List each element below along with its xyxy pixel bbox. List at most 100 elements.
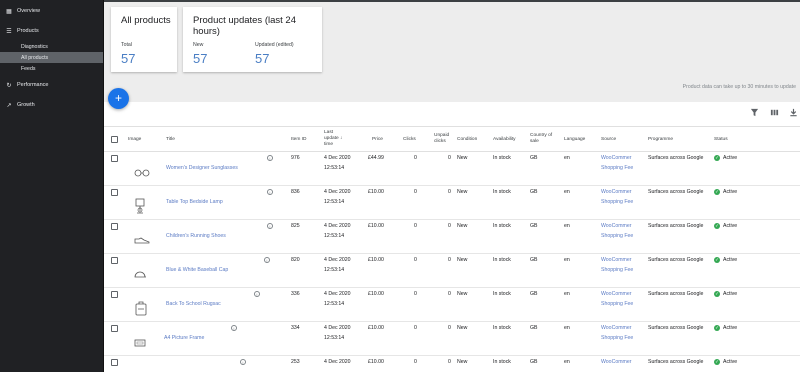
source-link[interactable]: WooCommer (601, 256, 631, 264)
col-status[interactable]: Status (714, 137, 728, 143)
add-product-button[interactable]: + (108, 88, 129, 109)
source-link-line2[interactable]: Shopping Fee (601, 334, 633, 342)
status-label: Active (723, 325, 738, 331)
status-label: Active (723, 189, 738, 195)
info-icon[interactable]: i (240, 359, 246, 365)
update-time: 12:53:14 (324, 335, 345, 341)
programme: Surfaces across Google (648, 325, 704, 331)
table-header: Image Title Item ID Last update ↓ time P… (104, 126, 800, 152)
status: ✓ Active (714, 188, 737, 196)
programme: Surfaces across Google (648, 291, 704, 297)
update-date: 4 Dec 2020 (324, 359, 351, 365)
row-checkbox[interactable] (111, 189, 118, 196)
condition: New (457, 223, 468, 229)
source-link[interactable]: WooCommer (601, 154, 631, 162)
update-notice: Product data can take up to 30 minutes t… (682, 84, 796, 90)
source-link-line2[interactable]: Shopping Fee (601, 164, 633, 172)
product-title-link[interactable]: Back To School Rugsac (166, 300, 221, 308)
col-programme[interactable]: Programme (648, 137, 673, 143)
table-row[interactable]: Table Top Bedside Lamp i 836 4 Dec 2020 12:5… (104, 186, 800, 220)
language: en (564, 325, 570, 331)
update-time: 12:53:14 (324, 267, 345, 273)
row-checkbox[interactable] (111, 257, 118, 264)
update-date: 4 Dec 2020 (324, 291, 351, 297)
sidebar-item-label: Products (17, 28, 39, 34)
table-row[interactable]: Children's Running Shoes i 825 4 Dec 2020 12… (104, 220, 800, 254)
country: GB (530, 291, 538, 297)
info-icon[interactable]: i (254, 291, 260, 297)
source-link-line2[interactable]: Shopping Fee (601, 232, 633, 240)
sidebar: ▦ Overview ☰ Products Diagnostics All pr… (0, 0, 104, 372)
source-link[interactable]: WooCommer (601, 324, 631, 332)
source-link-line2[interactable]: Shopping Fee (601, 300, 633, 308)
select-all-checkbox[interactable] (111, 136, 118, 143)
row-checkbox[interactable] (111, 325, 118, 332)
source-link[interactable]: WooCommer (601, 188, 631, 196)
price: £10.00 (368, 223, 384, 229)
row-checkbox[interactable] (111, 359, 118, 366)
table-row[interactable]: i 253 4 Dec 2020 £10.00 0 0 New In stock GB en Woo… (104, 356, 800, 372)
table-row[interactable]: Back To School Rugsac i 336 4 Dec 2020 12:53… (104, 288, 800, 322)
status-label: Active (723, 223, 738, 229)
col-country-of-sale[interactable]: Country of sale (530, 133, 552, 145)
info-icon[interactable]: i (231, 325, 237, 331)
row-checkbox[interactable] (111, 291, 118, 298)
col-source[interactable]: Source (601, 137, 616, 143)
sidebar-item-performance[interactable]: ↻ Performance (0, 75, 103, 95)
col-price[interactable]: Price (372, 137, 383, 143)
info-icon[interactable]: i (267, 189, 273, 195)
col-clicks[interactable]: Clicks (403, 137, 416, 143)
product-title-link[interactable]: Children's Running Shoes (166, 232, 226, 240)
availability: In stock (493, 257, 511, 263)
col-availability[interactable]: Availability (493, 137, 516, 143)
updated-label: Updated (edited) (255, 42, 294, 48)
price: £10.00 (368, 325, 384, 331)
product-title-link[interactable]: A4 Picture Frame (164, 334, 204, 342)
condition: New (457, 291, 468, 297)
sidebar-item-growth[interactable]: ↗ Growth (0, 95, 103, 115)
col-title[interactable]: Title (166, 137, 175, 143)
col-item-id[interactable]: Item ID (291, 137, 306, 143)
product-title-link[interactable]: Table Top Bedside Lamp (166, 198, 223, 206)
status: ✓ Active (714, 154, 737, 162)
col-last-update[interactable]: Last update ↓ time (324, 130, 342, 148)
download-icon[interactable] (789, 108, 798, 119)
table-row[interactable]: Blue & White Baseball Cap i 820 4 Dec 2020 1… (104, 254, 800, 288)
source-link[interactable]: WooCommer (601, 358, 631, 366)
col-condition[interactable]: Condition (457, 137, 477, 143)
columns-icon[interactable] (770, 108, 779, 119)
check-circle-icon: ✓ (714, 358, 720, 365)
source-link[interactable]: WooCommer (601, 222, 631, 230)
sidebar-subitem-feeds[interactable]: Feeds (0, 63, 103, 74)
row-checkbox[interactable] (111, 155, 118, 162)
col-unpaid-line2: clicks (434, 139, 446, 144)
sidebar-item-products[interactable]: ☰ Products (0, 21, 103, 41)
sidebar-subitem-diagnostics[interactable]: Diagnostics (0, 41, 103, 52)
status-label: Active (723, 291, 738, 297)
update-date: 4 Dec 2020 (324, 257, 351, 263)
info-icon[interactable]: i (267, 223, 273, 229)
sort-arrow-icon[interactable]: ↓ (340, 136, 342, 141)
updated-value: 57 (255, 51, 270, 66)
clicks: 0 (414, 189, 417, 195)
col-language[interactable]: Language (564, 137, 585, 143)
sidebar-item-overview[interactable]: ▦ Overview (0, 1, 103, 21)
info-icon[interactable]: i (264, 257, 270, 263)
item-id: 836 (291, 189, 300, 195)
row-checkbox[interactable] (111, 223, 118, 230)
source-link[interactable]: WooCommer (601, 290, 631, 298)
col-unpaid-clicks[interactable]: Unpaid clicks (434, 133, 449, 145)
table-row[interactable]: A4 Picture Frame i 334 4 Dec 2020 12:53:14 £1… (104, 322, 800, 356)
country: GB (530, 359, 538, 365)
source-link-line2[interactable]: Shopping Fee (601, 198, 633, 206)
check-circle-icon: ✓ (714, 256, 720, 263)
unpaid-clicks: 0 (448, 155, 451, 161)
product-title-link[interactable]: Women's Designer Sunglasses (166, 164, 238, 172)
table-row[interactable]: Women's Designer Sunglasses i 976 4 Dec 202… (104, 152, 800, 186)
product-title-link[interactable]: Blue & White Baseball Cap (166, 266, 228, 274)
availability: In stock (493, 291, 511, 297)
info-icon[interactable]: i (267, 155, 273, 161)
source-link-line2[interactable]: Shopping Fee (601, 266, 633, 274)
filter-icon[interactable] (750, 108, 759, 119)
sidebar-subitem-all-products[interactable]: All products (0, 52, 103, 63)
